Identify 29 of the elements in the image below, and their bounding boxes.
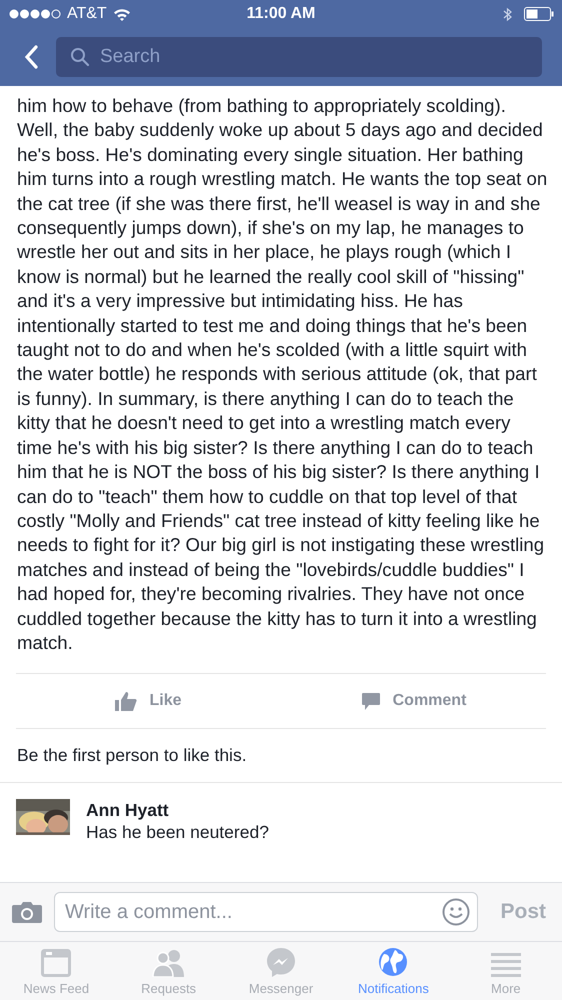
comment-author[interactable]: Ann Hyatt: [86, 799, 269, 822]
menu-icon: [490, 951, 521, 977]
comment-text: Has he been neutered?: [86, 821, 269, 844]
signal-icon: [9, 9, 61, 19]
tab-button[interactable]: News Feed: [0, 942, 112, 1000]
clock-time: 11:00 AM: [246, 5, 316, 23]
messenger-icon: [266, 947, 296, 977]
battery-icon: [524, 7, 554, 21]
people-icon: [152, 949, 186, 977]
post-button[interactable]: Post: [490, 900, 548, 924]
post-text: him how to behave (from bathing to appropriately scolding). Well, the baby suddenly woke up about 5 days ago and decided he's boss. He's dominating every single situation. Her bathing him turns into a rough wrestling match. He wants the top seat on the cat tree (if she was there first, he'll weasel is way in and she consequently jumps down), if she's on my lap, he manages to wrestle her out and sits in her place, he plays rough (which I know is normal) but he learned the really cool skill of "hissing" and it's a very impressive but intimidating hiss. He has intentionally started to test me and doing things that he's been taught not to do and when he's scolded (with a little squirt with the water bottle) he responds with serious attitude (ok, that part is funny). In summary, is there anything I can do to teach the kitty that he doesn't need to get into a wrestling match every time he's with his big sister? Is there anything I can do to teach him that he is NOT the boss of his big sister? Is there anything I can do to "teach" them how to cuddle on that top level of that costly "Molly and Friends" cat tree instead of kitty feeling like he needs to fight for it? Our big girl is not instigating these wrestling matches and instead of being the "lovebirds/cuddle buddies" I had hoped for, they're becoming rivalries. They have not once cuddled together because the kitty has to turn it into a wrestling match.: [17, 94, 548, 655]
speech-bubble-icon: [360, 692, 381, 711]
bluetooth-icon: [503, 6, 512, 22]
tab-button[interactable]: Messenger: [224, 942, 338, 1000]
globe-icon: [378, 947, 408, 977]
news-feed-icon: [41, 949, 72, 977]
camera-icon[interactable]: [12, 901, 42, 923]
search-field[interactable]: Search: [56, 37, 542, 77]
thumbs-up-icon: [115, 690, 138, 712]
carrier-name: AT&T: [67, 5, 107, 23]
tab-button[interactable]: Requests: [112, 942, 225, 1000]
wifi-icon: [112, 8, 131, 20]
like-button[interactable]: Like: [16, 674, 281, 728]
likes-summary: Be the first person to like this.: [0, 729, 562, 784]
comment-input[interactable]: Write a comment...: [54, 892, 478, 932]
comment-button[interactable]: Comment: [281, 674, 546, 728]
tab-button[interactable]: More: [450, 942, 562, 1000]
tab-button[interactable]: Notifications: [337, 942, 450, 1000]
smiley-icon[interactable]: [442, 898, 470, 926]
